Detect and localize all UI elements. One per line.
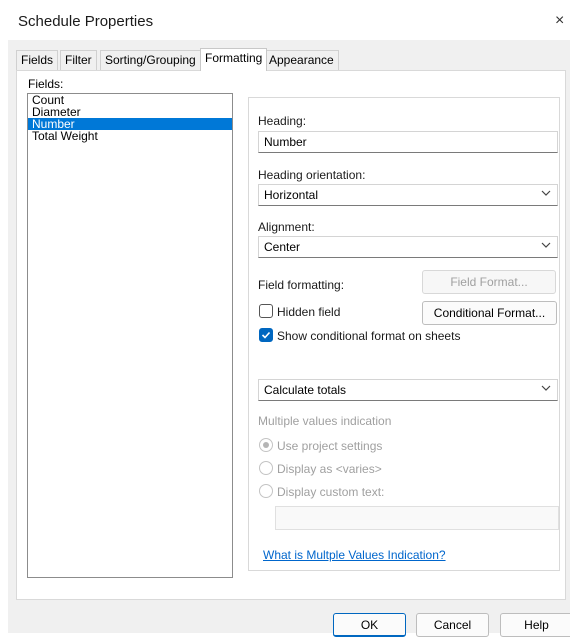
hidden-field-checkbox[interactable] [259, 304, 273, 318]
hidden-field-label: Hidden field [277, 305, 341, 319]
tab-sorting-grouping[interactable]: Sorting/Grouping [100, 50, 201, 70]
field-format-button[interactable]: Field Format... [422, 270, 556, 294]
checkmark-icon [261, 331, 271, 339]
field-formatting-label: Field formatting: [258, 278, 345, 292]
alignment-value: Center [264, 240, 301, 254]
list-item[interactable]: Total Weight [28, 130, 232, 142]
radio-use-project-settings-label: Use project settings [277, 439, 383, 453]
tab-filter[interactable]: Filter [60, 50, 97, 70]
radio-display-varies-label: Display as <varies> [277, 462, 382, 476]
chevron-down-icon [541, 242, 551, 248]
dialog-client: Fields Filter Sorting/Grouping Formattin… [8, 40, 570, 637]
multiple-values-label: Multiple values indication [258, 414, 392, 428]
show-conditional-label: Show conditional format on sheets [277, 329, 461, 343]
multiple-values-help-link[interactable]: What is Multple Values Indication? [263, 548, 446, 562]
tab-formatting[interactable]: Formatting [200, 48, 268, 71]
heading-input[interactable]: Number [258, 131, 558, 153]
cancel-button[interactable]: Cancel [416, 613, 489, 637]
heading-orientation-value: Horizontal [264, 188, 319, 202]
fields-label: Fields: [28, 77, 64, 91]
formatting-panel: Fields: Count Diameter Number Total Weig… [16, 70, 566, 600]
radio-display-custom-text[interactable] [259, 484, 273, 498]
alignment-label: Alignment: [258, 220, 315, 234]
fields-list[interactable]: Count Diameter Number Total Weight [27, 93, 233, 578]
show-conditional-checkbox[interactable] [259, 328, 273, 342]
tab-appearance[interactable]: Appearance [264, 50, 339, 70]
radio-use-project-settings[interactable] [259, 438, 273, 452]
ok-button[interactable]: OK [333, 613, 406, 637]
heading-orientation-select[interactable]: Horizontal [258, 184, 558, 206]
alignment-select[interactable]: Center [258, 236, 558, 258]
title-bar: Schedule Properties × [0, 0, 570, 40]
conditional-format-button[interactable]: Conditional Format... [422, 301, 557, 325]
help-button[interactable]: Help [500, 613, 570, 637]
totals-select[interactable]: Calculate totals [258, 379, 558, 401]
close-icon[interactable]: × [555, 12, 564, 30]
heading-orientation-label: Heading orientation: [258, 168, 366, 182]
chevron-down-icon [541, 385, 551, 391]
formatting-options-group: Heading: Number Heading orientation: Hor… [248, 97, 560, 571]
heading-label: Heading: [258, 114, 307, 128]
radio-display-custom-text-label: Display custom text: [277, 485, 385, 499]
custom-text-input[interactable] [275, 506, 559, 530]
totals-value: Calculate totals [264, 383, 347, 397]
window-title: Schedule Properties [18, 13, 154, 30]
tab-fields[interactable]: Fields [16, 50, 59, 70]
radio-display-varies[interactable] [259, 461, 273, 475]
chevron-down-icon [541, 190, 551, 196]
